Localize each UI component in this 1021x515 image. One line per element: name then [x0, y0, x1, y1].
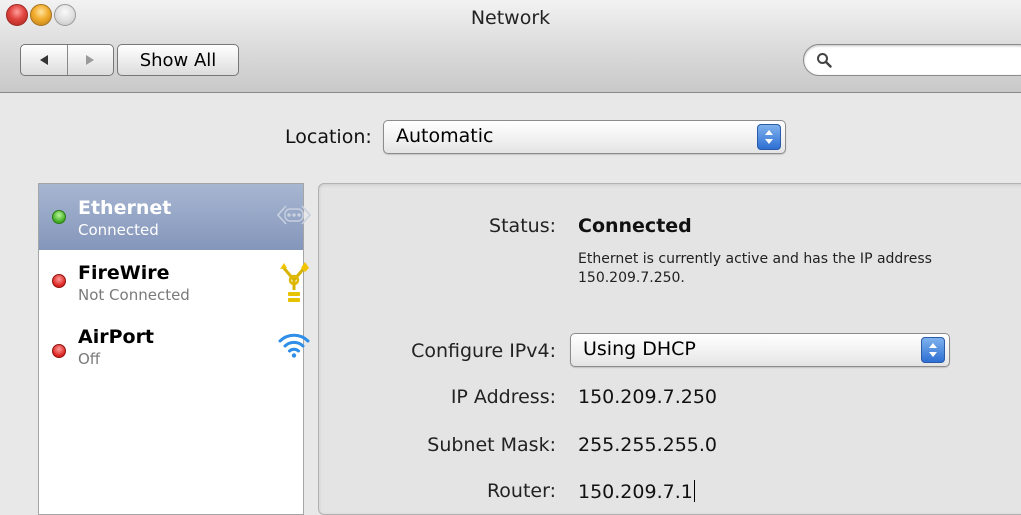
- service-list: Ethernet Connected FireWire Not Connecte…: [38, 183, 311, 515]
- subnet-mask-value: 255.255.255.0: [578, 434, 718, 456]
- back-arrow-icon: [39, 55, 48, 65]
- ip-address-label: IP Address:: [450, 386, 556, 408]
- location-label: Location:: [285, 126, 372, 148]
- configure-ipv4-value: Using DHCP: [583, 338, 696, 360]
- forward-button[interactable]: [66, 45, 114, 75]
- status-value: Connected: [578, 215, 692, 237]
- window-titlebar: Network Show All: [0, 0, 1021, 93]
- search-icon: [817, 53, 832, 68]
- status-dot-icon: [52, 274, 66, 288]
- status-dot-icon: [52, 210, 66, 224]
- service-item-ethernet[interactable]: Ethernet Connected: [39, 184, 311, 250]
- status-description: Ethernet is currently active and has the…: [578, 251, 932, 286]
- status-label: Status:: [489, 215, 556, 237]
- window-title: Network: [470, 7, 551, 29]
- back-button[interactable]: [21, 45, 67, 75]
- airport-wifi-icon: [278, 333, 310, 358]
- configure-ipv4-popup[interactable]: Using DHCP: [570, 333, 950, 367]
- location-value: Automatic: [396, 125, 494, 147]
- service-name: FireWire: [78, 262, 170, 284]
- router-value: 150.209.7.1: [578, 481, 693, 503]
- subnet-mask-label: Subnet Mask:: [427, 434, 556, 456]
- text-caret: [693, 480, 695, 502]
- status-dot-icon: [52, 344, 66, 358]
- forward-arrow-icon: [86, 55, 95, 65]
- show-all-button[interactable]: Show All: [117, 44, 239, 76]
- ethernet-icon: [277, 205, 311, 225]
- service-item-firewire[interactable]: FireWire Not Connected: [39, 250, 309, 316]
- popup-stepper-icon: [921, 337, 945, 363]
- service-status: Off: [78, 350, 101, 368]
- ip-address-value: 150.209.7.250: [578, 386, 718, 408]
- service-status: Connected: [78, 221, 159, 239]
- popup-stepper-icon: [757, 124, 781, 150]
- search-field[interactable]: [803, 44, 1021, 76]
- back-forward-control: [20, 44, 114, 76]
- service-status: Not Connected: [78, 286, 190, 304]
- firewire-icon: [280, 262, 309, 302]
- location-popup[interactable]: Automatic: [383, 120, 786, 154]
- router-field[interactable]: 150.209.7.1: [578, 480, 695, 503]
- service-item-airport[interactable]: AirPort Off: [39, 316, 310, 382]
- router-label: Router:: [486, 480, 556, 502]
- configure-ipv4-label: Configure IPv4:: [411, 340, 556, 362]
- service-name: AirPort: [78, 326, 155, 348]
- service-name: Ethernet: [78, 197, 172, 219]
- search-input[interactable]: [838, 49, 1012, 71]
